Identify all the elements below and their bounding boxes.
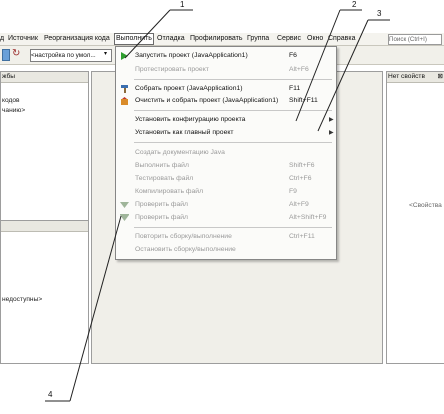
callout-2: 2 — [352, 0, 357, 9]
callout-lines — [45, 9, 390, 402]
callout-3: 3 — [377, 9, 382, 18]
callout-1: 1 — [180, 0, 185, 9]
callout-4: 4 — [48, 390, 53, 399]
